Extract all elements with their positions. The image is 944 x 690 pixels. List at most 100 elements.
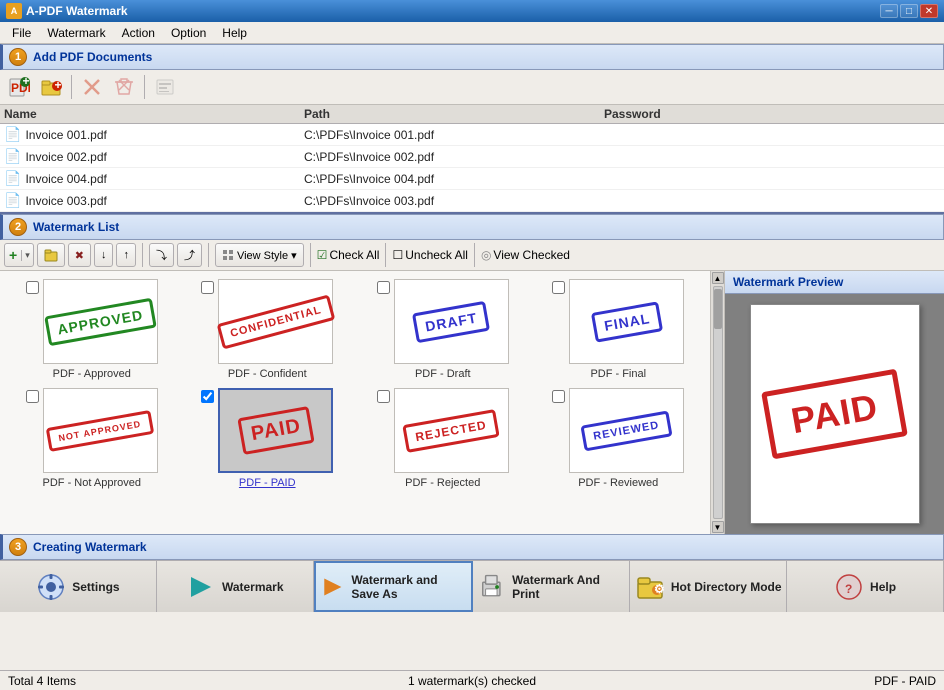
section-num-3: 3 (9, 538, 27, 556)
import-button[interactable]: ⤵ (149, 243, 174, 267)
watermark-save-as-button[interactable]: Watermark and Save As (314, 561, 474, 612)
check-all-button[interactable]: ☑ Check All (317, 248, 380, 262)
stamp-paid: PAID (237, 406, 315, 455)
file-path-text: C:\PDFs\Invoice 003.pdf (304, 194, 604, 208)
status-total: Total 4 Items (8, 674, 317, 688)
add-dropdown-arrow[interactable]: ▾ (21, 250, 33, 261)
delete-watermark-button[interactable]: ✖ (68, 243, 91, 267)
file-name-text: Invoice 004.pdf (25, 172, 106, 186)
close-button[interactable]: ✕ (920, 4, 938, 18)
delete-button[interactable] (77, 73, 107, 101)
watermark-toolbar: + ▾ ✖ ↓ ↑ ⤵ ⤴ View Style ▾ (0, 240, 944, 271)
watermark-checkbox-final[interactable] (552, 281, 565, 294)
watermark-thumb-paid[interactable]: PAID (218, 388, 333, 473)
watermark-preview-panel: Watermark Preview PAID (724, 271, 944, 534)
wm-sep-1 (142, 243, 143, 267)
svg-text:?: ? (845, 582, 852, 596)
watermark-item-reviewed: Reviewed PDF - Reviewed (535, 388, 703, 489)
table-row[interactable]: 📄Invoice 002.pdf C:\PDFs\Invoice 002.pdf (0, 146, 944, 168)
view-checked-button[interactable]: ◎ View Checked (481, 248, 570, 262)
window-controls: ─ □ ✕ (880, 4, 938, 18)
wm-sep-5 (474, 243, 475, 267)
help-button[interactable]: ? Help (787, 561, 944, 612)
watermark-checkbox-reviewed[interactable] (552, 390, 565, 403)
watermark-label-final: PDF - Final (590, 368, 646, 380)
watermark-checkbox-confidential[interactable] (201, 281, 214, 294)
maximize-button[interactable]: □ (900, 4, 918, 18)
watermark-item-draft: Draft PDF - Draft (359, 279, 527, 380)
file-list-body: 📄Invoice 001.pdf C:\PDFs\Invoice 001.pdf… (0, 124, 944, 212)
watermark-thumb-not-approved[interactable]: NOT APPROVED (43, 388, 158, 473)
scroll-up-arrow[interactable]: ▲ (712, 272, 724, 284)
watermark-scrollbar[interactable]: ▲ ▼ (710, 271, 724, 534)
watermark-checkbox-draft[interactable] (377, 281, 390, 294)
export-button[interactable]: ⤴ (177, 243, 202, 267)
stamp-final: Final (591, 301, 663, 342)
file-toolbar: PDF+ + (0, 70, 944, 105)
watermark-print-button[interactable]: Watermark And Print (473, 561, 630, 612)
hot-directory-button[interactable]: ⚙ Hot Directory Mode (630, 561, 787, 612)
stamp-reviewed: Reviewed (581, 410, 673, 451)
toolbar-sep-1 (71, 75, 72, 99)
add-pdf-button[interactable]: PDF+ (4, 73, 34, 101)
main-container: 1 Add PDF Documents PDF+ + Name Path Pas… (0, 44, 944, 690)
table-row[interactable]: 📄Invoice 003.pdf C:\PDFs\Invoice 003.pdf (0, 190, 944, 212)
menu-action[interactable]: Action (114, 24, 163, 42)
col-extra (754, 107, 940, 121)
table-row[interactable]: 📄Invoice 001.pdf C:\PDFs\Invoice 001.pdf (0, 124, 944, 146)
watermark-thumb-rejected[interactable]: Rejected (394, 388, 509, 473)
uncheck-all-button[interactable]: ☐ Uncheck All (392, 248, 467, 262)
clear-button[interactable] (109, 73, 139, 101)
move-up-button[interactable]: ↑ (116, 243, 136, 267)
watermark-item-rejected: Rejected PDF - Rejected (359, 388, 527, 489)
move-down-button[interactable]: ↓ (94, 243, 114, 267)
watermark-checkbox-not-approved[interactable] (26, 390, 39, 403)
settings-file-button[interactable] (150, 73, 180, 101)
watermark-checkbox-rejected[interactable] (377, 390, 390, 403)
add-folder-button[interactable]: + (36, 73, 66, 101)
menu-watermark[interactable]: Watermark (39, 24, 113, 42)
help-label: Help (870, 580, 896, 594)
watermark-thumb-confidential[interactable]: Confidential (218, 279, 333, 364)
watermark-label-draft: PDF - Draft (415, 368, 471, 380)
menu-help[interactable]: Help (214, 24, 255, 42)
section-num-2: 2 (9, 218, 27, 236)
stamp-not-approved: NOT APPROVED (46, 410, 154, 452)
minimize-button[interactable]: ─ (880, 4, 898, 18)
preview-header: Watermark Preview (725, 271, 944, 294)
view-style-button[interactable]: View Style ▾ (215, 243, 304, 267)
scroll-track[interactable] (713, 286, 723, 519)
pdf-icon: 📄 (4, 148, 21, 165)
stamp-draft: Draft (412, 300, 491, 342)
watermark-label-confidential: PDF - Confident (228, 368, 307, 380)
watermark-checkbox-paid[interactable] (201, 390, 214, 403)
watermark-thumb-draft[interactable]: Draft (394, 279, 509, 364)
app-icon: A (6, 3, 22, 19)
scroll-thumb[interactable] (714, 289, 722, 329)
watermark-action-button[interactable]: Watermark (157, 561, 314, 612)
creating-section: 3 Creating Watermark Settings (0, 534, 944, 612)
watermark-item-approved: Approved PDF - Approved (8, 279, 176, 380)
watermark-list-title: Watermark List (33, 220, 119, 234)
creating-header: 3 Creating Watermark (0, 534, 944, 560)
section-num-1: 1 (9, 48, 27, 66)
watermark-checkbox-approved[interactable] (26, 281, 39, 294)
file-path-text: C:\PDFs\Invoice 002.pdf (304, 150, 604, 164)
scroll-down-arrow[interactable]: ▼ (712, 521, 724, 533)
watermark-thumb-reviewed[interactable]: Reviewed (569, 388, 684, 473)
menu-option[interactable]: Option (163, 24, 214, 42)
watermark-thumb-approved[interactable]: Approved (43, 279, 158, 364)
add-watermark-label: + (5, 247, 21, 263)
watermark-item-paid: PAID PDF - PAID (184, 388, 352, 489)
menu-file[interactable]: File (4, 24, 39, 42)
watermark-thumb-final[interactable]: Final (569, 279, 684, 364)
open-watermark-button[interactable] (37, 243, 65, 267)
table-row[interactable]: 📄Invoice 004.pdf C:\PDFs\Invoice 004.pdf (0, 168, 944, 190)
pdf-icon: 📄 (4, 126, 21, 143)
watermark-grid: Approved PDF - Approved Confidential (0, 271, 710, 534)
watermark-label-paid: PDF - PAID (239, 477, 296, 489)
stamp-confidential: Confidential (216, 294, 335, 349)
settings-action-button[interactable]: Settings (0, 561, 157, 612)
add-watermark-button[interactable]: + ▾ (4, 243, 34, 267)
wm-sep-2 (208, 243, 209, 267)
